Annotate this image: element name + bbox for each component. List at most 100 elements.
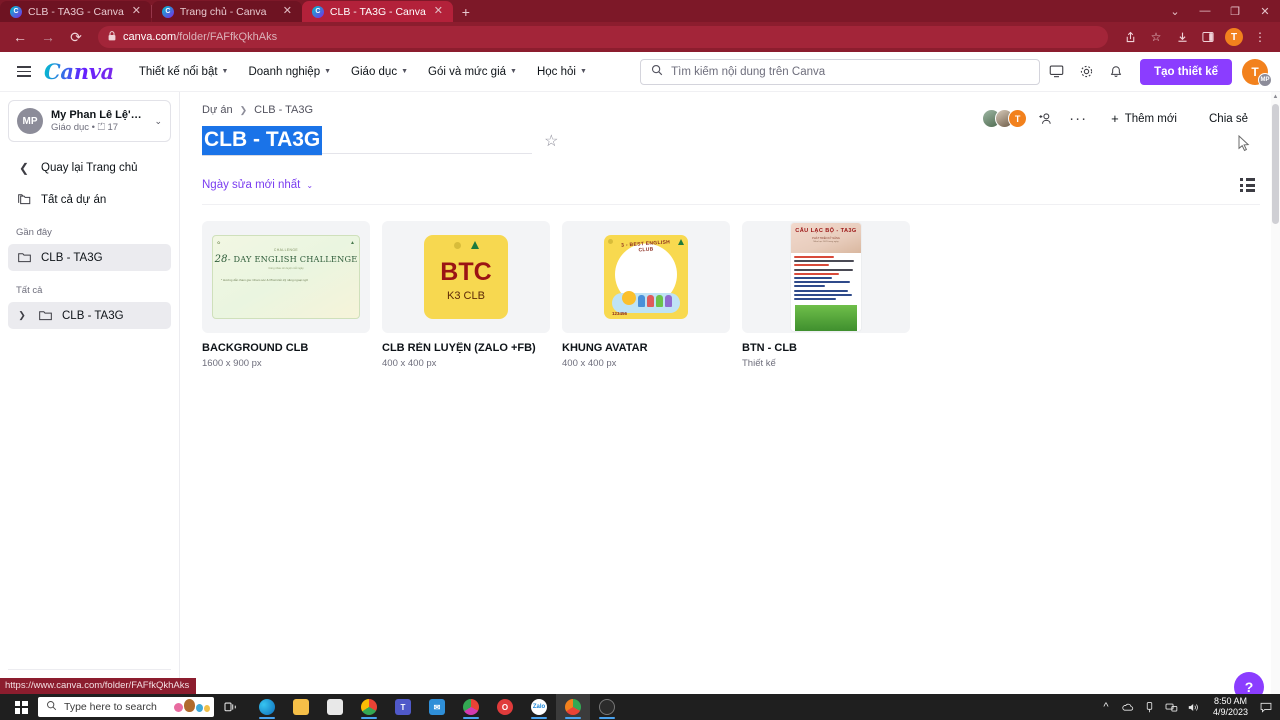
share-icon[interactable] — [1118, 25, 1142, 49]
nav-item-education[interactable]: Giáo dục ▼ — [342, 60, 417, 84]
taskbar-app-teams[interactable]: T — [386, 694, 420, 720]
plus-icon: + — [1111, 111, 1119, 126]
taskbar-app-zalo[interactable]: Zalo — [522, 694, 556, 720]
browser-tab-title: CLB - TA3G - Canva — [329, 5, 426, 18]
taskbar-app-chrome-1[interactable] — [352, 694, 386, 720]
taskbar-app-media-player[interactable] — [590, 694, 624, 720]
address-bar[interactable]: canva.com/folder/FAFfkQkhAks — [98, 26, 1108, 48]
taskbar-app-edge[interactable] — [250, 694, 284, 720]
minimize-icon[interactable]: — — [1190, 0, 1220, 22]
create-design-button[interactable]: Tạo thiết kế — [1140, 58, 1232, 85]
browser-menu-icon[interactable]: ⋮ — [1248, 25, 1272, 49]
close-icon[interactable]: ✕ — [130, 5, 143, 18]
task-view-icon[interactable] — [214, 694, 248, 720]
design-card[interactable]: BTC K3 CLB CLB RÈN LUYỆN (ZALO +FB) 400 … — [382, 221, 550, 369]
list-view-icon[interactable] — [1234, 174, 1260, 196]
chevron-down-icon[interactable]: ⌄ — [1160, 0, 1190, 22]
maximize-icon[interactable]: ❐ — [1220, 0, 1250, 22]
canva-header: Canva Thiết kế nổi bật ▼ Doanh nghiệp ▼ … — [0, 52, 1280, 92]
display-icon[interactable] — [1042, 58, 1070, 86]
browser-tab-title: CLB - TA3G - Canva — [28, 5, 124, 18]
scrollbar-thumb[interactable] — [1272, 104, 1279, 224]
usb-icon[interactable] — [1139, 694, 1161, 720]
browser-tab-title: Trang chủ - Canva — [179, 5, 267, 18]
share-button[interactable]: Chia sẻ — [1197, 106, 1260, 132]
design-card[interactable]: CÂU LẠC BỘ - TA3G PHÁT TRIỂN KỸ NĂNG Năm… — [742, 221, 910, 369]
network-icon[interactable] — [1161, 694, 1183, 720]
download-icon[interactable] — [1170, 25, 1194, 49]
background-clb-thumbnail[interactable]: ✿ ▲ CHALLENGE 28- DAY ENGLISH CHALLENGE … — [202, 221, 370, 333]
hamburger-menu-icon[interactable] — [10, 58, 38, 86]
taskbar-search-box[interactable]: Type here to search — [38, 697, 214, 717]
taskbar-app-store[interactable] — [318, 694, 352, 720]
star-icon[interactable]: ☆ — [538, 128, 564, 154]
sidebar-item-back-home[interactable]: ❮ Quay lại Trang chủ — [8, 154, 171, 182]
close-icon[interactable]: ✕ — [432, 5, 445, 18]
design-card[interactable]: 3 - BEST ENGLISH CLUB 123456 KHUNG AVATA… — [562, 221, 730, 369]
chevron-up-icon[interactable]: ^ — [1095, 694, 1117, 720]
taskbar-app-chrome-2[interactable] — [454, 694, 488, 720]
design-card[interactable]: ✿ ▲ CHALLENGE 28- DAY ENGLISH CHALLENGE … — [202, 221, 370, 369]
browser-tab-3-active[interactable]: C CLB - TA3G - Canva ✕ — [301, 1, 453, 22]
nav-item-featured-designs[interactable]: Thiết kế nổi bật ▼ — [130, 60, 238, 84]
mail-icon: ✉ — [429, 699, 445, 715]
folder-actions: T ··· + Thêm mới Chia sẻ — [982, 104, 1260, 133]
team-switcher[interactable]: MP My Phan Lê Lệ's Cl... Giáo dục • ⏍ 17… — [8, 100, 171, 142]
bell-icon[interactable] — [1102, 58, 1130, 86]
page-scrollbar[interactable]: ▲ ▼ — [1271, 92, 1280, 720]
side-panel-icon[interactable] — [1196, 25, 1220, 49]
new-tab-button[interactable]: + — [453, 1, 479, 22]
back-icon[interactable]: ← — [8, 25, 32, 49]
clb-ren-luyen-thumbnail[interactable]: BTC K3 CLB — [382, 221, 550, 333]
taskbar-clock[interactable]: 8:50 AM 4/9/2023 — [1205, 696, 1256, 719]
add-new-button[interactable]: + Thêm mới — [1099, 104, 1189, 133]
sidebar-item-all-projects[interactable]: Tất cả dự án — [8, 186, 171, 213]
action-center-icon[interactable] — [1256, 694, 1276, 720]
close-icon[interactable]: ✕ — [281, 5, 294, 18]
avatar-team-badge: MP — [1258, 72, 1272, 87]
nav-item-pricing[interactable]: Gói và mức giá ▼ — [419, 60, 526, 84]
sidebar-item-recent-clb-ta3g[interactable]: CLB - TA3G — [8, 244, 171, 271]
sort-dropdown[interactable]: Ngày sửa mới nhất ⌄ — [202, 179, 313, 191]
url-host: canva.com — [123, 31, 177, 43]
volume-icon[interactable] — [1183, 694, 1205, 720]
lock-icon — [108, 31, 116, 43]
khung-avatar-thumbnail[interactable]: 3 - BEST ENGLISH CLUB 123456 — [562, 221, 730, 333]
folder-title-input[interactable]: CLB - TA3G — [202, 126, 323, 156]
canva-search-box[interactable] — [640, 58, 1041, 85]
search-input[interactable] — [671, 65, 1030, 78]
windows-start-icon[interactable] — [4, 694, 38, 720]
canva-favicon-icon: C — [311, 5, 324, 18]
chevron-down-icon[interactable]: ⌄ — [154, 116, 162, 127]
more-options-icon[interactable]: ··· — [1065, 106, 1091, 132]
btn-clb-thumbnail[interactable]: CÂU LẠC BỘ - TA3G PHÁT TRIỂN KỸ NĂNG Năm… — [742, 221, 910, 333]
clock-date: 4/9/2023 — [1212, 707, 1248, 717]
close-window-icon[interactable]: ✕ — [1250, 0, 1280, 22]
canva-logo[interactable]: Canva — [44, 59, 114, 84]
taskbar-app-chrome-3-active[interactable] — [556, 694, 590, 720]
browser-tab-2[interactable]: C Trang chủ - Canva ✕ — [151, 1, 302, 22]
onedrive-icon[interactable] — [1117, 694, 1139, 720]
collaborator-avatars[interactable]: T — [982, 109, 1028, 128]
forward-icon[interactable]: → — [36, 25, 60, 49]
nav-item-business[interactable]: Doanh nghiệp ▼ — [239, 60, 340, 84]
clock-time: 8:50 AM — [1213, 695, 1247, 706]
user-avatar[interactable]: T MP — [1242, 58, 1272, 87]
taskbar-app-mail[interactable]: ✉ — [420, 694, 454, 720]
breadcrumb-root[interactable]: Dự án — [202, 104, 233, 116]
add-people-icon[interactable] — [1033, 106, 1059, 132]
reload-icon[interactable]: ⟳ — [64, 25, 88, 49]
sidebar-item-all-clb-ta3g[interactable]: ❯ CLB - TA3G — [8, 302, 171, 329]
gear-icon[interactable] — [1072, 58, 1100, 86]
taskbar-app-opera[interactable]: O — [488, 694, 522, 720]
browser-profile-avatar[interactable]: T — [1225, 28, 1243, 46]
browser-tab-1[interactable]: C CLB - TA3G - Canva ✕ — [0, 1, 151, 22]
bookmark-star-icon[interactable]: ☆ — [1144, 25, 1168, 49]
chevron-right-icon[interactable]: ❯ — [16, 310, 28, 321]
taskbar-app-file-explorer[interactable] — [284, 694, 318, 720]
scroll-up-arrow[interactable]: ▲ — [1271, 92, 1280, 102]
url-path: /folder/FAFfkQkhAks — [176, 31, 278, 43]
folder-icon — [16, 251, 32, 264]
nav-item-learn[interactable]: Học hỏi ▼ — [528, 60, 596, 84]
view-toggle-row — [1239, 189, 1255, 192]
